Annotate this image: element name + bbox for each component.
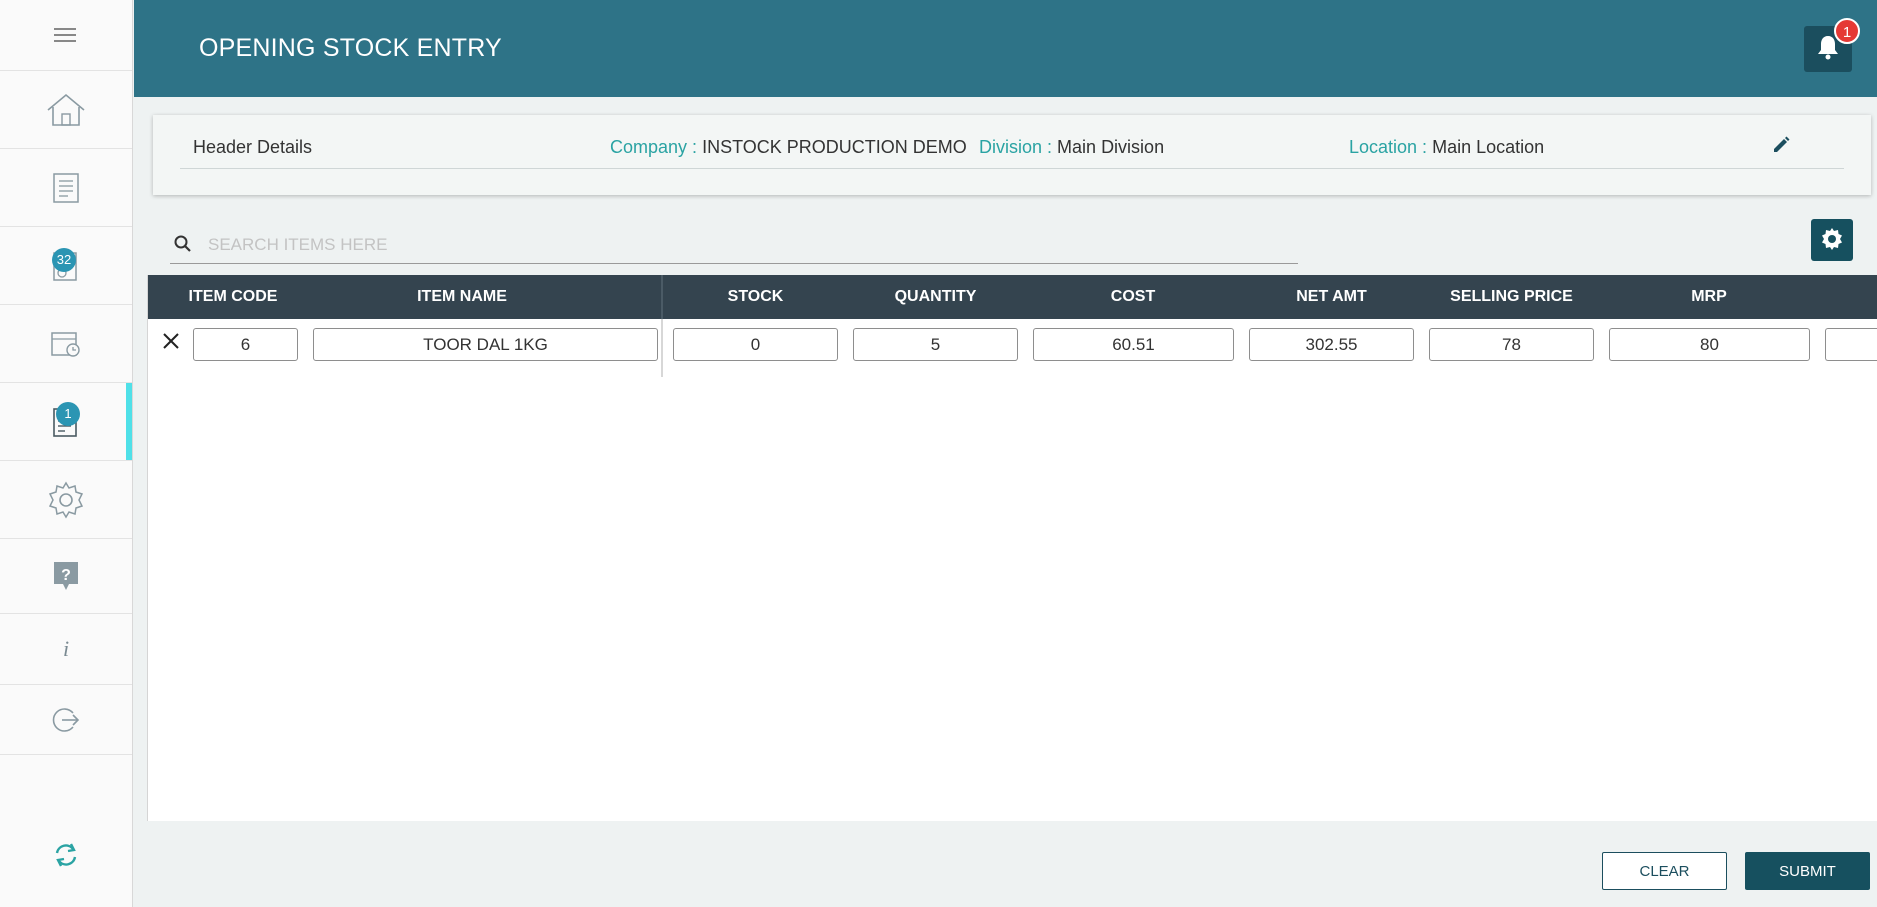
cost-field[interactable]: 60.51 xyxy=(1033,328,1234,361)
division-key: Division : xyxy=(979,137,1053,157)
sidebar-item-stock[interactable] xyxy=(0,305,132,383)
location-value: Main Location xyxy=(1432,137,1545,157)
header-details-label: Header Details xyxy=(193,137,313,157)
sidebar-item-info[interactable]: i xyxy=(0,614,132,685)
location-key: Location : xyxy=(1349,137,1428,157)
header-details-card: Header Details Company : INSTOCK PRODUCT… xyxy=(153,115,1871,195)
sync-icon xyxy=(51,840,81,870)
column-header-net-amt: NET AMT xyxy=(1296,288,1367,305)
remove-row-button[interactable] xyxy=(161,331,181,356)
stock-entry-count-badge: 1 xyxy=(56,402,80,426)
sidebar-item-home[interactable] xyxy=(0,71,132,149)
selling-price-field[interactable]: 78 xyxy=(1429,328,1594,361)
notifications-button[interactable]: 1 xyxy=(1804,18,1860,72)
quantity-field[interactable]: 5 xyxy=(853,328,1018,361)
pencil-icon xyxy=(1774,136,1790,152)
row-column-divider xyxy=(661,319,663,377)
logout-icon xyxy=(51,705,81,735)
info-icon: i xyxy=(62,636,70,661)
sidebar-item-logout[interactable] xyxy=(0,685,132,755)
table-header: ITEM CODE ITEM NAME STOCK QUANTITY COST … xyxy=(148,275,1877,319)
division-info: Division : Main Division xyxy=(979,137,1164,158)
sidebar-item-documents[interactable] xyxy=(0,149,132,227)
clear-button[interactable]: CLEAR xyxy=(1602,852,1727,890)
page-title: OPENING STOCK ENTRY xyxy=(199,34,502,62)
net-amt-field[interactable]: 302.55 xyxy=(1249,328,1414,361)
notification-badge: 1 xyxy=(1834,18,1860,44)
sidebar-item-help[interactable]: ? xyxy=(0,539,132,614)
column-header-selling-price: SELLING PRICE xyxy=(1450,288,1573,305)
top-bar: OPENING STOCK ENTRY 1 xyxy=(134,0,1877,97)
sidebar: 32 1 ? i xyxy=(0,0,133,907)
svg-text:?: ? xyxy=(61,567,71,584)
division-value: Main Division xyxy=(1057,137,1165,157)
search-icon xyxy=(174,235,191,252)
table-settings-button[interactable] xyxy=(1811,219,1853,261)
company-value: INSTOCK PRODUCTION DEMO xyxy=(702,137,967,157)
search-input[interactable] xyxy=(206,229,1290,261)
home-icon xyxy=(46,93,86,127)
mrp-field[interactable]: 80 xyxy=(1609,328,1810,361)
stock-box-icon xyxy=(49,328,83,360)
submit-button[interactable]: SUBMIT xyxy=(1745,852,1870,890)
column-divider xyxy=(661,275,663,319)
menu-button[interactable] xyxy=(0,0,132,71)
close-icon xyxy=(163,333,179,349)
stock-field[interactable]: 0 xyxy=(673,328,838,361)
edit-header-button[interactable] xyxy=(1771,135,1791,160)
column-header-quantity: QUANTITY xyxy=(894,288,977,305)
gear-icon xyxy=(1822,228,1842,250)
sidebar-item-settings[interactable] xyxy=(0,461,132,539)
document-icon xyxy=(52,172,80,204)
overflow-field[interactable] xyxy=(1825,328,1877,361)
location-info: Location : Main Location xyxy=(1349,137,1544,158)
item-name-field[interactable]: TOOR DAL 1KG xyxy=(313,328,658,361)
sidebar-item-reports[interactable]: 32 xyxy=(0,227,132,305)
column-header-stock: STOCK xyxy=(727,288,784,305)
gear-icon xyxy=(46,480,86,520)
company-info: Company : INSTOCK PRODUCTION DEMO xyxy=(610,137,967,158)
sidebar-item-stock-entry[interactable]: 1 xyxy=(0,383,132,461)
search-bar xyxy=(170,225,1298,264)
column-header-cost: COST xyxy=(1110,288,1156,305)
column-header-mrp: MRP xyxy=(1691,288,1727,305)
menu-icon xyxy=(54,26,78,44)
sync-button[interactable] xyxy=(0,820,132,890)
help-icon: ? xyxy=(52,560,80,592)
reports-count-badge: 32 xyxy=(52,248,76,272)
item-code-field[interactable]: 6 xyxy=(193,328,298,361)
header-divider xyxy=(180,168,1844,169)
items-table: ITEM CODE ITEM NAME STOCK QUANTITY COST … xyxy=(147,275,1877,821)
column-header-item-name: ITEM NAME xyxy=(417,288,507,305)
column-header-item-code: ITEM CODE xyxy=(188,288,278,305)
company-key: Company : xyxy=(610,137,698,157)
